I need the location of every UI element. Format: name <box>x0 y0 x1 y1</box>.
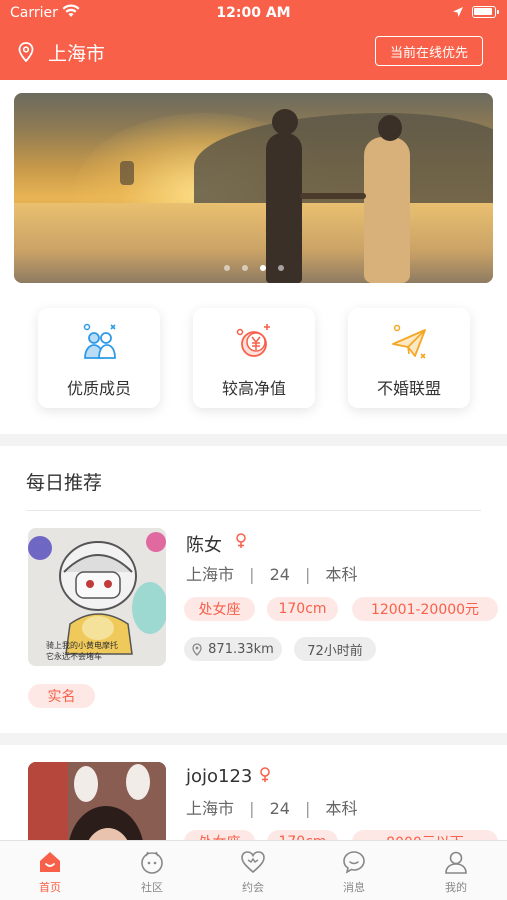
quality-members-label: 优质成员 <box>66 379 131 398</box>
daily-recommend-title: 每日推荐 <box>26 472 103 494</box>
last-active-tag: 72小时前 <box>294 637 376 661</box>
distance-pin-icon <box>192 642 202 656</box>
quality-members-icon <box>83 323 116 359</box>
member-city: 上海市 <box>186 799 235 818</box>
member-basic-info: 上海市 | 24 | 本科 <box>186 795 358 819</box>
female-icon <box>260 767 270 782</box>
distance-tag: 871.33km <box>184 637 282 661</box>
cartoon-avatar-image: 骑上我的小黄电摩托 它永远不会堵车 <box>28 528 166 666</box>
member-avatar[interactable]: 骑上我的小黄电摩托 它永远不会堵车 <box>28 528 166 666</box>
info-divider: | <box>305 565 311 584</box>
bottom-tab-bar: 首页 社区 约会 消息 我的 <box>0 840 507 900</box>
message-bubble-icon <box>343 851 365 874</box>
banner-man-head <box>272 109 298 135</box>
section-separator <box>0 733 507 745</box>
home-icon <box>40 852 60 872</box>
member-name: 陈女 <box>186 535 222 556</box>
banner-distant-figures <box>120 161 134 185</box>
banner-carousel[interactable] <box>14 93 493 283</box>
avatar-caption-line2: 它永远不会堵车 <box>46 651 102 661</box>
status-bar: Carrier 12:00 AM <box>0 0 507 26</box>
tab-profile-label: 我的 <box>445 881 467 894</box>
banner-page-indicator <box>14 265 493 271</box>
top-header: Carrier 12:00 AM 上海市 当前在线优先 <box>0 0 507 80</box>
profile-icon <box>445 851 467 874</box>
banner-dot-active[interactable] <box>259 265 266 271</box>
status-time: 12:00 AM <box>216 5 291 21</box>
tab-messages[interactable]: 消息 <box>324 849 384 899</box>
info-divider: | <box>249 565 255 584</box>
tab-profile[interactable]: 我的 <box>426 849 486 899</box>
info-divider: | <box>249 799 255 818</box>
battery-icon <box>472 6 499 18</box>
tab-date-label: 约会 <box>242 881 264 894</box>
income-tag: 12001-20000元 <box>352 597 498 621</box>
quality-members-card[interactable]: 优质成员 <box>38 308 160 408</box>
distance-value: 871.33km <box>208 641 274 657</box>
high-net-worth-card[interactable]: 较高净值 <box>193 308 315 408</box>
member-city: 上海市 <box>186 565 235 584</box>
no-marriage-alliance-label: 不婚联盟 <box>376 379 441 398</box>
city-selector[interactable]: 上海市 <box>18 39 105 65</box>
female-icon <box>236 533 246 548</box>
paper-plane-icon <box>392 324 426 359</box>
member-education: 本科 <box>325 799 358 818</box>
tab-messages-label: 消息 <box>343 881 365 894</box>
date-heart-icon <box>241 851 265 874</box>
banner-woman-figure <box>364 137 410 283</box>
zodiac-tag: 处女座 <box>184 597 255 621</box>
high-net-worth-icon <box>236 324 270 357</box>
location-pin-icon <box>18 42 34 62</box>
member-age: 24 <box>269 799 290 818</box>
tab-home[interactable]: 首页 <box>20 849 80 899</box>
banner-joined-hands <box>300 193 366 199</box>
location-arrow-icon <box>453 7 463 17</box>
section-divider <box>26 510 481 511</box>
community-icon <box>141 851 163 874</box>
info-divider: | <box>305 799 311 818</box>
banner-dot[interactable] <box>223 265 230 271</box>
banner-dot[interactable] <box>241 265 248 271</box>
member-education: 本科 <box>325 565 358 584</box>
tab-date[interactable]: 约会 <box>223 849 283 899</box>
member-age: 24 <box>269 565 290 584</box>
banner-dot[interactable] <box>277 265 284 271</box>
current-city: 上海市 <box>48 42 106 65</box>
section-separator <box>0 434 507 446</box>
banner-woman-head <box>378 115 402 141</box>
banner-sea <box>14 203 493 283</box>
tab-community[interactable]: 社区 <box>122 849 182 899</box>
verified-tag: 实名 <box>28 684 95 708</box>
online-first-button[interactable]: 当前在线优先 <box>375 36 483 66</box>
avatar-caption-line1: 骑上我的小黄电摩托 <box>46 640 118 650</box>
no-marriage-alliance-card[interactable]: 不婚联盟 <box>348 308 470 408</box>
member-name: jojo123 <box>186 766 253 787</box>
high-net-worth-label: 较高净值 <box>221 379 286 398</box>
member-basic-info: 上海市 | 24 | 本科 <box>186 561 358 585</box>
tab-community-label: 社区 <box>141 881 163 894</box>
tab-home-label: 首页 <box>39 881 61 894</box>
banner-man-figure <box>266 133 302 283</box>
height-tag: 170cm <box>267 597 338 621</box>
